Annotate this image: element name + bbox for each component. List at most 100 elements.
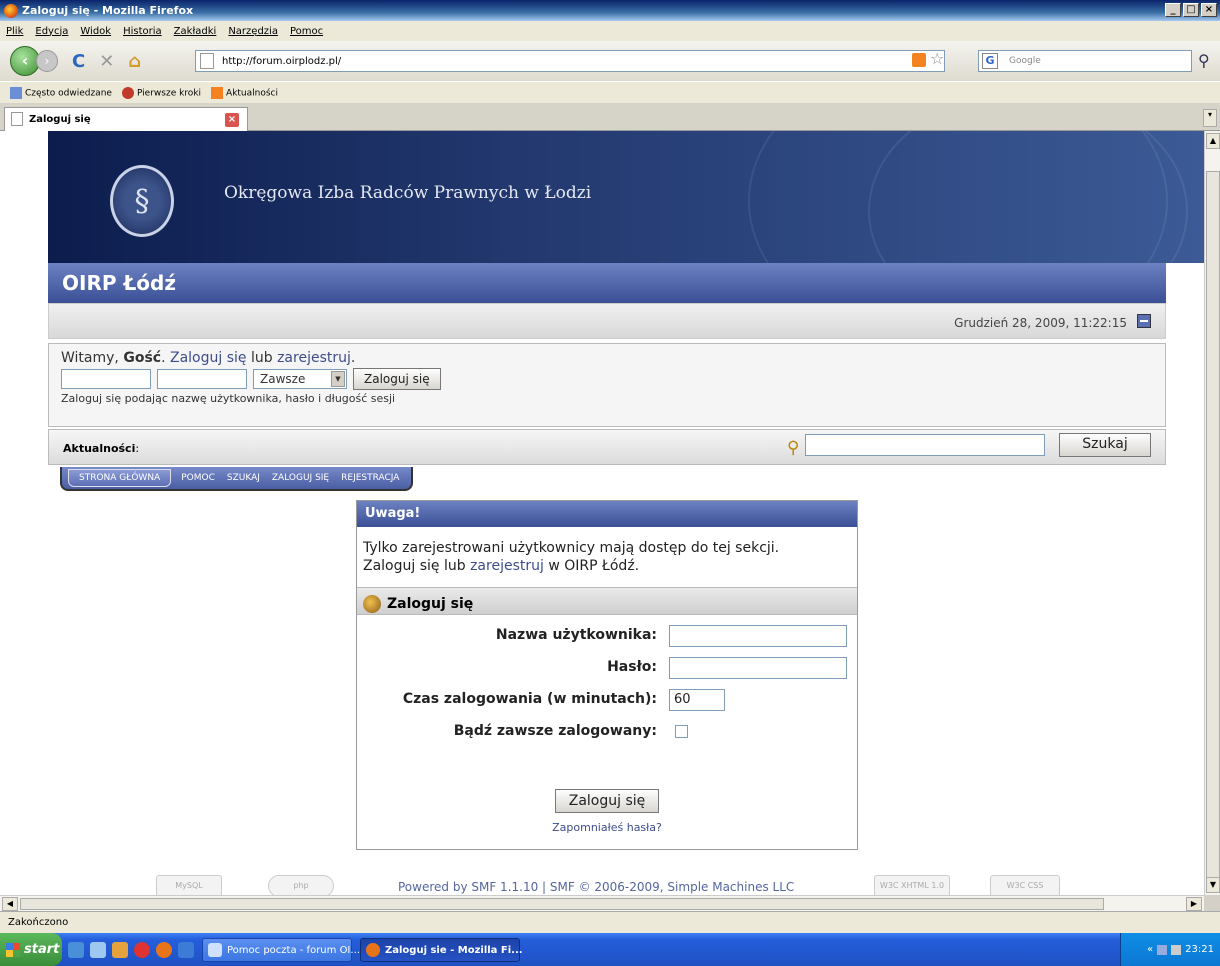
quicklaunch-desktop-icon[interactable] <box>90 941 106 958</box>
welcome-dot: . <box>350 350 356 366</box>
menu-narzedzia[interactable]: Narzędzia <box>228 26 278 37</box>
news-label: Aktualności: <box>63 442 139 455</box>
web-search-input[interactable]: G Google <box>978 50 1192 72</box>
window-titlebar: Zaloguj się - Mozilla Firefox _ □ × <box>0 0 1220 21</box>
firefox-bookmark-icon <box>121 86 134 99</box>
forward-button[interactable]: › <box>36 50 58 72</box>
warning-register-link[interactable]: zarejestruj <box>470 558 544 574</box>
bookmark-star-icon[interactable]: ☆ <box>930 49 944 68</box>
news-label-text: Aktualności <box>63 442 136 455</box>
remember-label: Bądź zawsze zalogowany: <box>453 723 657 739</box>
bookmark-czesto[interactable]: Często odwiedzane <box>10 86 112 99</box>
horizontal-scrollbar[interactable]: ◀ ▶ <box>0 895 1204 911</box>
home-icon[interactable]: ⌂ <box>128 51 141 72</box>
quicklaunch-firefox-icon[interactable] <box>156 941 172 958</box>
taskbar: start Pomoc poczta - forum OI... Zaloguj… <box>0 933 1220 966</box>
forum-search-input[interactable] <box>805 434 1045 456</box>
scroll-thumb[interactable] <box>1206 171 1220 883</box>
quick-password-input[interactable] <box>157 369 247 389</box>
remember-checkbox[interactable] <box>675 725 688 738</box>
username-input[interactable] <box>669 625 847 647</box>
session-length-select[interactable]: Zawsze ▼ <box>253 369 347 389</box>
collapse-icon[interactable] <box>1137 314 1151 328</box>
tray-expand-icon[interactable]: « <box>1147 944 1153 955</box>
menu-historia[interactable]: Historia <box>123 26 162 37</box>
scroll-right-icon[interactable]: ▶ <box>1186 897 1202 911</box>
quicklaunch-ie-icon[interactable] <box>68 941 84 958</box>
tab-help[interactable]: POMOC <box>175 469 221 487</box>
login-link[interactable]: Zaloguj się <box>170 350 247 366</box>
task-label: Pomoc poczta - forum OI... <box>227 944 360 956</box>
php-badge[interactable]: php <box>268 875 334 895</box>
warning-line-2: Zaloguj się lub zarejestruj w OIRP Łódź. <box>363 557 851 575</box>
tab-login[interactable]: ZALOGUJ SIĘ <box>266 469 335 487</box>
maximize-button[interactable]: □ <box>1183 3 1199 17</box>
scroll-left-icon[interactable]: ◀ <box>2 897 18 911</box>
css-badge[interactable]: W3C CSS <box>990 875 1060 895</box>
seal-logo-icon: § <box>110 165 174 237</box>
search-button[interactable]: Szukaj <box>1059 433 1151 457</box>
google-icon[interactable]: G <box>982 53 998 69</box>
stop-icon[interactable]: ✕ <box>99 51 114 72</box>
tab-title: Zaloguj się <box>29 114 91 125</box>
url-bar[interactable]: http://forum.oirplodz.pl/ <box>195 50 945 72</box>
powered-by-text[interactable]: Powered by SMF 1.1.10 | SMF © 2006-2009,… <box>398 880 794 894</box>
reload-icon[interactable]: C <box>72 51 85 72</box>
chevron-down-icon[interactable]: ▼ <box>331 371 345 387</box>
close-window-button[interactable]: × <box>1201 3 1217 17</box>
bookmark-folder-icon <box>10 86 22 99</box>
task-pomoc-poczta[interactable]: Pomoc poczta - forum OI... <box>202 937 360 962</box>
xhtml-badge[interactable]: W3C XHTML 1.0 <box>874 875 950 895</box>
quick-username-input[interactable] <box>61 369 151 389</box>
date-bar: Grudzień 28, 2009, 11:22:15 <box>48 303 1166 339</box>
search-icon[interactable]: ⚲ <box>1198 51 1210 70</box>
bookmark-aktualnosci[interactable]: Aktualności <box>211 86 278 99</box>
page-icon <box>200 53 214 69</box>
quicklaunch-app-icon[interactable] <box>112 941 128 958</box>
menu-edycja[interactable]: Edycja <box>35 26 68 37</box>
mysql-badge[interactable]: MySQL <box>156 875 222 895</box>
windows-flag-icon <box>6 942 20 957</box>
quick-login-row: Zawsze ▼ Zaloguj się <box>61 368 1153 390</box>
tab-list-button[interactable]: ▾ <box>1203 109 1217 127</box>
tab-zaloguj[interactable]: Zaloguj się × <box>4 107 248 131</box>
welcome-separator: . <box>161 350 170 366</box>
tray-icon[interactable] <box>1171 944 1182 955</box>
tab-home[interactable]: STRONA GŁÓWNA <box>68 469 172 487</box>
password-input[interactable] <box>669 657 847 679</box>
quicklaunch-ie2-icon[interactable] <box>178 941 194 958</box>
login-submit-button[interactable]: Zaloguj się <box>555 789 659 813</box>
quick-login-button[interactable]: Zaloguj się <box>353 368 441 390</box>
scroll-thumb[interactable] <box>20 898 1104 910</box>
close-tab-icon[interactable]: × <box>225 113 239 127</box>
bookmark-pierwsze[interactable]: Pierwsze kroki <box>121 86 201 99</box>
bookmarks-toolbar: Często odwiedzane Pierwsze kroki Aktualn… <box>0 81 1220 103</box>
menu-zakladki[interactable]: Zakładki <box>174 26 217 37</box>
clock: 23:21 <box>1185 944 1214 955</box>
scroll-up-icon[interactable]: ▲ <box>1206 133 1220 149</box>
vertical-scrollbar[interactable]: ▲ ▼ <box>1204 131 1220 895</box>
forgot-password-link[interactable]: Zapomniałeś hasła? <box>357 821 857 834</box>
task-firefox[interactable]: Zaloguj sie - Mozilla Fi... <box>360 937 523 962</box>
system-tray: « 23:21 <box>1120 933 1220 966</box>
tab-search[interactable]: SZUKAJ <box>221 469 266 487</box>
start-button[interactable]: start <box>0 933 62 966</box>
web-search-placeholder: Google <box>1009 56 1041 66</box>
session-input[interactable]: 60 <box>669 689 725 711</box>
remember-row: Bądź zawsze zalogowany: <box>357 715 857 747</box>
menu-widok[interactable]: Widok <box>80 26 111 37</box>
register-link[interactable]: zarejestruj <box>277 350 351 366</box>
tray-icon[interactable] <box>1157 944 1168 955</box>
warning-line-2-suffix: w OIRP Łódź. <box>543 558 640 574</box>
rss-icon[interactable] <box>912 53 926 67</box>
minimize-button[interactable]: _ <box>1165 3 1181 17</box>
tab-register[interactable]: REJESTRACJA <box>335 469 405 487</box>
bookmark-label: Często odwiedzane <box>25 88 112 98</box>
quicklaunch-opera-icon[interactable] <box>134 941 150 958</box>
menu-plik[interactable]: Plik <box>6 26 23 37</box>
menu-pomoc[interactable]: Pomoc <box>290 26 323 37</box>
scroll-down-icon[interactable]: ▼ <box>1206 877 1220 893</box>
page-icon <box>11 112 23 126</box>
banner-decoration <box>868 131 1188 263</box>
window-title: Zaloguj się - Mozilla Firefox <box>22 4 194 17</box>
